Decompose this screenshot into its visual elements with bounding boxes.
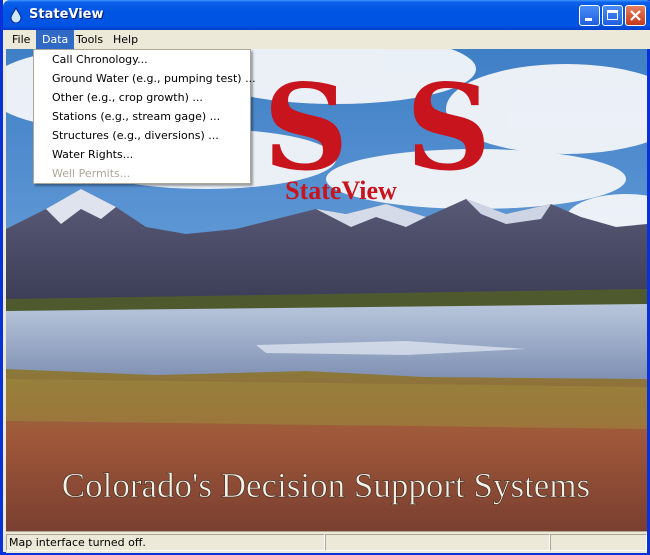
menu-item-water-rights[interactable]: Water Rights... <box>34 145 250 164</box>
close-icon <box>630 10 641 21</box>
menu-item-call-chronology[interactable]: Call Chronology... <box>34 50 250 69</box>
status-cell-3 <box>550 534 647 551</box>
window-title: StateView <box>29 7 104 22</box>
menu-tools[interactable]: Tools <box>70 30 109 49</box>
minimize-button[interactable] <box>579 5 600 26</box>
status-bar: Map interface turned off. <box>6 531 647 553</box>
close-button[interactable] <box>625 5 646 26</box>
title-bar[interactable]: StateView <box>3 0 650 30</box>
menu-bar: File Data Tools Help <box>6 30 650 49</box>
menu-help[interactable]: Help <box>107 30 144 49</box>
menu-file[interactable]: File <box>6 30 36 49</box>
splash-caption: Colorado's Decision Support Systems <box>62 466 590 505</box>
menu-data[interactable]: Data <box>36 30 75 49</box>
splash-subtitle: StateView <box>285 176 397 205</box>
menu-item-other[interactable]: Other (e.g., crop growth) ... <box>34 88 250 107</box>
menu-item-ground-water[interactable]: Ground Water (e.g., pumping test) ... <box>34 69 256 88</box>
minimize-icon <box>585 18 592 21</box>
menu-item-well-permits: Well Permits... <box>52 167 131 180</box>
maximize-button[interactable] <box>602 5 623 26</box>
status-message: Map interface turned off. <box>6 534 325 551</box>
maximize-icon <box>607 10 618 20</box>
status-cell-2 <box>325 534 550 551</box>
menu-item-structures[interactable]: Structures (e.g., diversions) ... <box>34 126 250 145</box>
menu-item-stations[interactable]: Stations (e.g., stream gage) ... <box>34 107 250 126</box>
data-menu-dropdown: Call Chronology... Ground Water (e.g., p… <box>33 49 256 184</box>
water-drop-icon <box>10 7 22 23</box>
